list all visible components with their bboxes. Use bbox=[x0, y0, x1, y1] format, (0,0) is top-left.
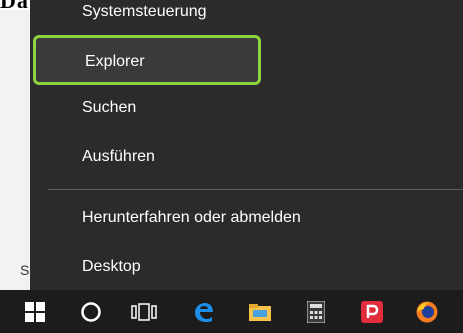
edge-browser-icon[interactable] bbox=[183, 290, 223, 333]
menu-item-desktop[interactable]: Desktop bbox=[30, 243, 463, 291]
file-explorer-icon[interactable] bbox=[240, 290, 280, 333]
menu-divider bbox=[48, 189, 463, 190]
menu-item-suchen[interactable]: Suchen bbox=[30, 84, 463, 132]
firefox-icon[interactable] bbox=[407, 290, 447, 333]
cortana-circle-icon[interactable] bbox=[71, 290, 111, 333]
menu-item-systemsteuerung[interactable]: Systemsteuerung bbox=[30, 0, 463, 36]
menu-item-explorer[interactable]: Explorer bbox=[33, 35, 261, 85]
calculator-icon[interactable] bbox=[296, 290, 336, 333]
background-window: S bbox=[0, 10, 33, 290]
menu-item-ausfuehren[interactable]: Ausführen bbox=[30, 133, 463, 181]
task-view-icon[interactable] bbox=[124, 290, 164, 333]
menu-item-herunterfahren[interactable]: Herunterfahren oder abmelden bbox=[30, 194, 463, 242]
background-text-fragment: S bbox=[20, 262, 30, 278]
windows-start-icon[interactable] bbox=[15, 290, 55, 333]
pdf-app-icon[interactable] bbox=[352, 290, 392, 333]
taskbar bbox=[0, 290, 463, 333]
winx-context-menu: Systemsteuerung Explorer Suchen Ausführe… bbox=[30, 0, 463, 290]
